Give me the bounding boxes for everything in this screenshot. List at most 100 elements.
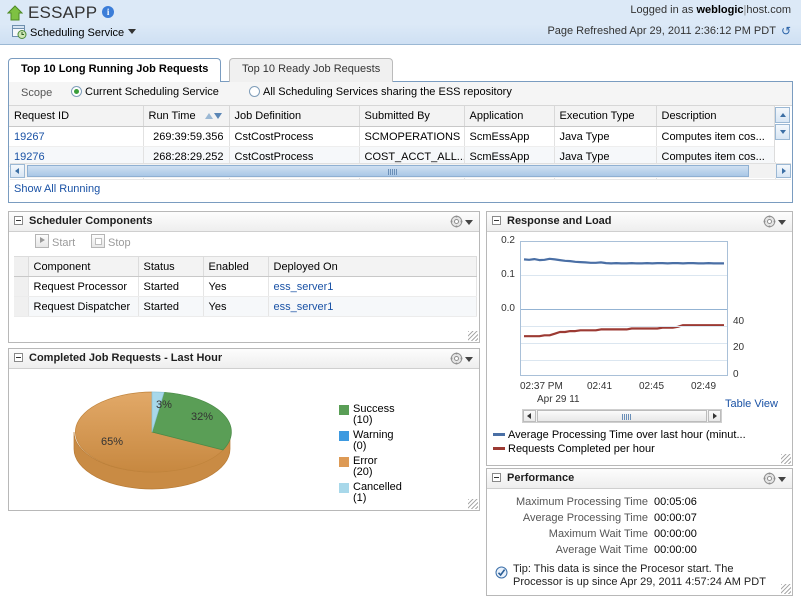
panel-title: Completed Job Requests - Last Hour — [29, 352, 223, 364]
gear-icon[interactable] — [450, 352, 463, 365]
scheduling-service-icon — [12, 25, 27, 39]
legend-item-success[interactable]: Success (10) — [339, 404, 443, 426]
col-deployed-on[interactable]: Deployed On — [268, 256, 477, 277]
col-job-definition[interactable]: Job Definition — [229, 106, 360, 127]
legend-item-error[interactable]: Error (20) — [339, 456, 443, 478]
legend-count: (10) — [353, 414, 373, 426]
legend-count: (0) — [353, 440, 367, 452]
y-axis-tick-0.0: 0.0 — [501, 303, 515, 314]
logged-in-prefix: Logged in as — [630, 4, 694, 16]
scroll-down-icon[interactable] — [775, 124, 790, 140]
panel-resize-handle[interactable] — [468, 331, 478, 341]
x-axis-tick-3: 02:49 — [691, 381, 717, 392]
cell-execution-type: Java Type — [554, 126, 657, 147]
collapse-toggle-icon[interactable] — [492, 216, 501, 225]
tab-top-10-long-running[interactable]: Top 10 Long Running Job Requests — [8, 58, 222, 82]
chart-scrollbar-thumb[interactable] — [537, 410, 707, 422]
scroll-up-icon[interactable] — [775, 107, 790, 123]
y2-axis-tick-20: 20 — [733, 342, 745, 353]
col-submitted-by[interactable]: Submitted By — [359, 106, 465, 127]
refresh-icon[interactable]: ↺ — [781, 24, 791, 38]
global-header: ESSAPP i Scheduling Service Logged in as … — [0, 0, 801, 45]
legend-item-warning[interactable]: Warning (0) — [339, 430, 443, 452]
col-request-id[interactable]: Request ID — [9, 106, 144, 127]
metric-value: 00:05:06 — [654, 496, 697, 508]
table-vertical-scrollbar[interactable] — [774, 106, 791, 162]
row-handle[interactable] — [14, 296, 29, 317]
start-button[interactable]: Start — [35, 234, 75, 249]
stop-label: Stop — [108, 237, 131, 249]
row-handle[interactable] — [14, 276, 29, 297]
col-status[interactable]: Status — [138, 256, 204, 277]
panel-title: Scheduler Components — [29, 215, 153, 227]
info-icon[interactable]: i — [102, 5, 115, 18]
page-refreshed-text: Page Refreshed Apr 29, 2011 2:36:12 PM P… — [547, 25, 776, 37]
stop-button[interactable]: Stop — [91, 234, 131, 249]
tab-top-10-ready[interactable]: Top 10 Ready Job Requests — [229, 58, 394, 82]
chart-scrollbar[interactable] — [522, 409, 722, 423]
legend-item-cancelled[interactable]: Cancelled (1) — [339, 482, 443, 504]
request-id-link[interactable]: 19276 — [14, 151, 45, 163]
metric-label: Average Wait Time — [555, 544, 648, 556]
panel-menu-chevron-icon[interactable] — [778, 220, 786, 225]
col-component[interactable]: Component — [28, 256, 139, 277]
metric-label: Maximum Wait Time — [548, 528, 648, 540]
gear-icon[interactable] — [763, 215, 776, 228]
col-description[interactable]: Description — [656, 106, 776, 127]
panel-resize-handle[interactable] — [781, 454, 791, 464]
panel-resize-handle[interactable] — [468, 499, 478, 509]
panel-header: Scheduler Components — [9, 212, 479, 232]
panel-menu-chevron-icon[interactable] — [465, 220, 473, 225]
page-title: ESSAPP i — [28, 3, 115, 23]
panel-title: Performance — [507, 472, 575, 484]
radio-all-scheduling-services[interactable]: All Scheduling Services sharing the ESS … — [249, 86, 512, 98]
cell-run-time: 269:39:59.356 — [143, 126, 230, 147]
col-application[interactable]: Application — [464, 106, 555, 127]
panel-resize-handle[interactable] — [781, 584, 791, 594]
col-enabled[interactable]: Enabled — [203, 256, 269, 277]
table-header-row: Request ID Run Time Job Definition Submi… — [9, 106, 776, 127]
legend-line-swatch — [493, 433, 505, 436]
radio-current-scheduling-service[interactable]: Current Scheduling Service — [71, 86, 219, 98]
collapse-toggle-icon[interactable] — [14, 353, 23, 362]
chart-scroll-left-icon[interactable] — [523, 410, 536, 422]
scheduling-service-menu[interactable]: Scheduling Service — [12, 25, 137, 39]
table-horizontal-scrollbar[interactable] — [10, 163, 791, 178]
col-execution-type[interactable]: Execution Type — [554, 106, 657, 127]
legend-label: Cancelled — [353, 481, 402, 493]
gear-icon[interactable] — [450, 215, 463, 228]
legend-count: (1) — [353, 492, 367, 504]
collapse-toggle-icon[interactable] — [14, 216, 23, 225]
table-view-link[interactable]: Table View — [725, 398, 778, 410]
completed-job-requests-panel: Completed Job Requests - Last Hour 3% 32… — [8, 348, 480, 511]
scrollbar-thumb[interactable] — [27, 165, 749, 177]
request-id-link[interactable]: 19267 — [14, 131, 45, 143]
col-row-handle — [14, 256, 29, 277]
table-row[interactable]: Request Dispatcher Started Yes ess_serve… — [14, 296, 477, 317]
app-title-text: ESSAPP — [28, 3, 98, 22]
scrollbar-grip — [388, 169, 398, 175]
tab-label: Top 10 Long Running Job Requests — [21, 63, 209, 75]
panel-menu-chevron-icon[interactable] — [465, 357, 473, 362]
sort-icons[interactable] — [204, 110, 222, 122]
tab-label: Top 10 Ready Job Requests — [242, 63, 381, 75]
collapse-toggle-icon[interactable] — [492, 473, 501, 482]
tip-icon — [495, 566, 508, 579]
y-axis-tick-0.2: 0.2 — [501, 235, 515, 246]
chart-scroll-right-icon[interactable] — [708, 410, 721, 422]
table-row[interactable]: 19267 269:39:59.356 CstCostProcess SCMOP… — [9, 126, 776, 147]
table-row[interactable]: Request Processor Started Yes ess_server… — [14, 276, 477, 297]
chevron-down-icon[interactable] — [128, 29, 137, 34]
deployed-on-link[interactable]: ess_server1 — [274, 301, 334, 313]
deployed-on-link[interactable]: ess_server1 — [274, 281, 334, 293]
scroll-right-icon[interactable] — [776, 164, 791, 178]
col-run-time[interactable]: Run Time — [143, 106, 230, 127]
sort-descending-icon — [213, 113, 222, 119]
scroll-left-icon[interactable] — [10, 164, 25, 178]
pie-slice-label-error: 65% — [101, 436, 123, 448]
logged-in-user: weblogic — [696, 4, 744, 16]
panel-menu-chevron-icon[interactable] — [778, 477, 786, 482]
show-all-running-link[interactable]: Show All Running — [14, 183, 100, 195]
home-icon[interactable] — [6, 5, 24, 21]
gear-icon[interactable] — [763, 472, 776, 485]
